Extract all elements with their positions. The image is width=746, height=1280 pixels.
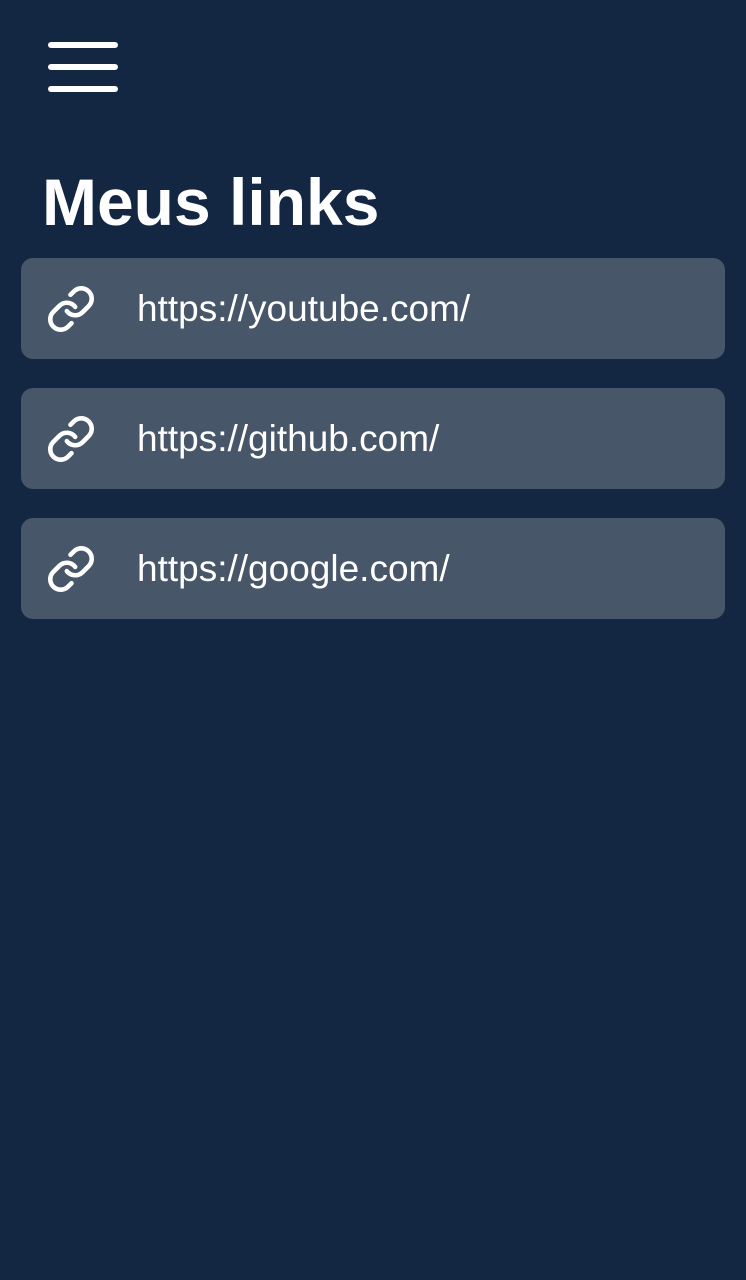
link-icon xyxy=(46,284,96,334)
hamburger-menu-icon xyxy=(48,42,118,92)
link-icon xyxy=(46,544,96,594)
link-url: https://youtube.com/ xyxy=(137,287,471,329)
link-url: https://github.com/ xyxy=(137,417,440,459)
links-list: https://youtube.com/ https://github.com/… xyxy=(21,258,725,648)
menu-button[interactable] xyxy=(40,34,126,100)
link-item-github[interactable]: https://github.com/ xyxy=(21,388,725,489)
link-url: https://google.com/ xyxy=(137,547,450,589)
link-item-youtube[interactable]: https://youtube.com/ xyxy=(21,258,725,359)
link-item-google[interactable]: https://google.com/ xyxy=(21,518,725,619)
link-icon xyxy=(46,414,96,464)
page-title: Meus links xyxy=(42,165,380,239)
